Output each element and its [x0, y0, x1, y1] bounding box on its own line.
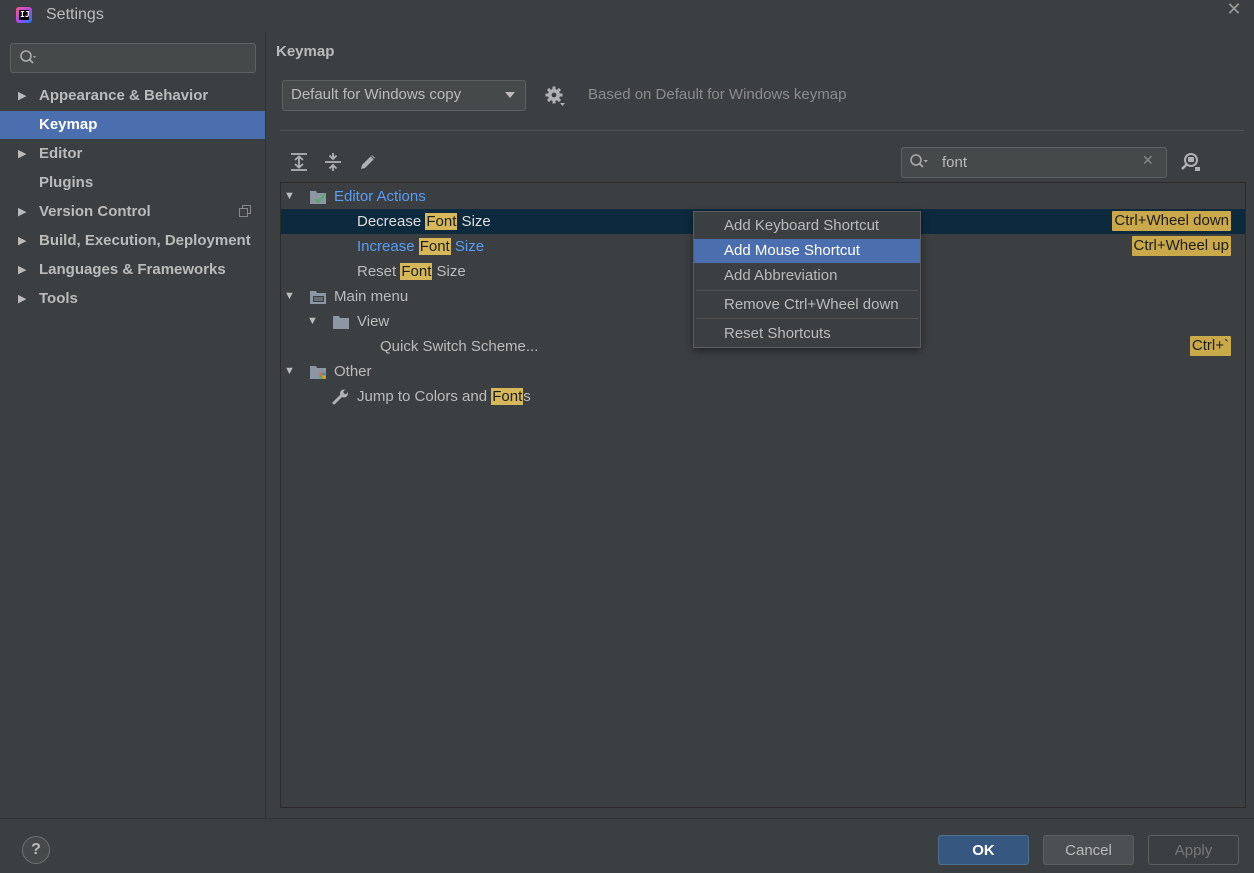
tree-node-label: Main menu: [334, 288, 409, 305]
apply-button[interactable]: Apply: [1148, 835, 1239, 865]
gear-icon[interactable]: [544, 85, 566, 107]
search-icon: [910, 154, 928, 168]
collapse-arrow-icon[interactable]: ▼: [284, 284, 295, 309]
intellij-logo-icon: IJ: [16, 7, 32, 23]
action-label-text: Size: [432, 263, 466, 280]
expand-all-icon[interactable]: [288, 151, 310, 173]
main-menu-folder-icon: [310, 291, 326, 304]
menu-item-add-mouse-shortcut[interactable]: Add Mouse Shortcut: [694, 239, 920, 263]
expand-arrow-icon: ▶: [18, 90, 27, 102]
keymap-search-input[interactable]: [942, 152, 1132, 172]
collapse-arrow-icon[interactable]: ▼: [284, 184, 295, 209]
sidebar-item-languages-frameworks[interactable]: ▶ Languages & Frameworks: [0, 256, 265, 284]
chevron-down-icon: [505, 92, 515, 98]
sidebar-item-label: Tools: [39, 290, 78, 307]
expand-arrow-icon: ▶: [18, 293, 27, 305]
shortcut-badge: Ctrl+Wheel up: [1131, 236, 1231, 256]
menu-item-reset-shortcuts[interactable]: Reset Shortcuts: [694, 322, 920, 346]
close-icon[interactable]: ✕: [1224, 0, 1244, 20]
expand-arrow-icon: ▶: [18, 235, 27, 247]
action-label: Quick Switch Scheme...: [380, 338, 539, 355]
action-label-text: Jump to Colors and: [357, 388, 492, 405]
search-highlight: Font: [425, 213, 458, 230]
sidebar-item-version-control[interactable]: ▶ Version Control: [0, 198, 265, 226]
settings-search-input[interactable]: [10, 43, 256, 73]
tree-node-label: View: [357, 313, 390, 330]
action-label: Decrease Font Size: [357, 209, 491, 234]
sidebar-item-label: Keymap: [39, 116, 98, 133]
sidebar-item-label: Version Control: [39, 203, 151, 220]
help-button[interactable]: ?: [22, 836, 50, 864]
ok-button[interactable]: OK: [938, 835, 1029, 865]
action-label: Jump to Colors and Fonts: [357, 384, 531, 409]
search-highlight: Font: [418, 238, 451, 255]
search-highlight: Font: [491, 388, 524, 405]
action-label-text: Size: [457, 213, 491, 230]
clear-search-icon[interactable]: ✕: [1142, 152, 1154, 169]
expand-arrow-icon: ▶: [18, 148, 27, 160]
wrench-icon: [332, 389, 348, 405]
tree-row-jump-to-colors-and-fonts[interactable]: Jump to Colors and Fonts: [281, 384, 1245, 409]
shortcut-badge: Ctrl+Wheel down: [1112, 211, 1231, 231]
separator: [280, 130, 1244, 131]
menu-item-remove-shortcut[interactable]: Remove Ctrl+Wheel down: [694, 293, 920, 317]
sidebar-item-keymap[interactable]: Keymap: [0, 111, 265, 139]
other-folder-icon: [310, 366, 326, 379]
action-label-text: Decrease: [357, 213, 426, 230]
action-label: Reset Font Size: [357, 259, 466, 284]
keymap-scheme-select[interactable]: Default for Windows copy: [282, 80, 526, 111]
sidebar-item-label: Editor: [39, 145, 83, 162]
sidebar-item-build-execution-deployment[interactable]: ▶ Build, Execution, Deployment: [0, 227, 265, 255]
menu-item-label: Add Mouse Shortcut: [724, 242, 860, 259]
search-highlight: Font: [400, 263, 433, 280]
menu-item-label: Add Keyboard Shortcut: [724, 217, 880, 234]
sidebar-item-appearance-behavior[interactable]: ▶ Appearance & Behavior: [0, 82, 265, 110]
menu-item-label: Remove Ctrl+Wheel down: [724, 296, 899, 313]
panel-divider: [265, 32, 266, 818]
collapse-arrow-icon[interactable]: ▼: [307, 309, 318, 334]
editor-actions-folder-icon: [310, 191, 326, 204]
tree-node-label: Other: [334, 363, 372, 380]
window-title: Settings: [46, 6, 104, 23]
action-label-text: Size: [450, 238, 485, 255]
context-menu: Add Keyboard Shortcut Add Mouse Shortcut…: [693, 211, 921, 348]
action-label-text: Reset: [357, 263, 401, 280]
page-title: Keymap: [276, 43, 335, 60]
menu-separator: [696, 318, 918, 319]
project-settings-copy-icon: [239, 205, 251, 217]
folder-icon: [333, 316, 349, 329]
edit-pencil-icon[interactable]: [357, 151, 379, 173]
action-label-text: s: [523, 388, 531, 405]
action-label: Increase Font Size: [357, 234, 484, 259]
collapse-arrow-icon[interactable]: ▼: [284, 359, 295, 384]
sidebar-item-label: Appearance & Behavior: [39, 87, 209, 104]
expand-arrow-icon: ▶: [18, 264, 27, 276]
menu-separator: [696, 290, 918, 291]
sidebar-item-label: Plugins: [39, 174, 94, 191]
menu-item-add-abbreviation[interactable]: Add Abbreviation: [694, 264, 920, 288]
menu-item-add-keyboard-shortcut[interactable]: Add Keyboard Shortcut: [694, 214, 920, 238]
sidebar-item-plugins[interactable]: Plugins: [0, 169, 265, 197]
action-label-text: Increase: [357, 238, 419, 255]
menu-item-label: Add Abbreviation: [724, 267, 838, 284]
footer-separator: [0, 818, 1254, 819]
sidebar-item-tools[interactable]: ▶ Tools: [0, 285, 265, 313]
tree-node-editor-actions[interactable]: ▼ Editor Actions: [281, 184, 1245, 209]
search-icon: [20, 50, 36, 64]
keymap-scheme-value: Default for Windows copy: [291, 86, 462, 103]
sidebar-item-label: Build, Execution, Deployment: [39, 232, 251, 249]
based-on-label: Based on Default for Windows keymap: [588, 86, 847, 103]
title-bar: IJ Settings ✕: [0, 0, 1254, 32]
find-by-shortcut-icon[interactable]: [1179, 151, 1201, 173]
tree-node-other[interactable]: ▼ Other: [281, 359, 1245, 384]
expand-arrow-icon: ▶: [18, 206, 27, 218]
sidebar-item-label: Languages & Frameworks: [39, 261, 226, 278]
keymap-search-field[interactable]: ✕: [901, 147, 1167, 178]
collapse-all-icon[interactable]: [322, 151, 344, 173]
tree-node-label: Editor Actions: [334, 188, 426, 205]
shortcut-badge: Ctrl+`: [1189, 336, 1231, 356]
cancel-button[interactable]: Cancel: [1043, 835, 1134, 865]
menu-item-label: Reset Shortcuts: [724, 325, 831, 342]
sidebar-item-editor[interactable]: ▶ Editor: [0, 140, 265, 168]
